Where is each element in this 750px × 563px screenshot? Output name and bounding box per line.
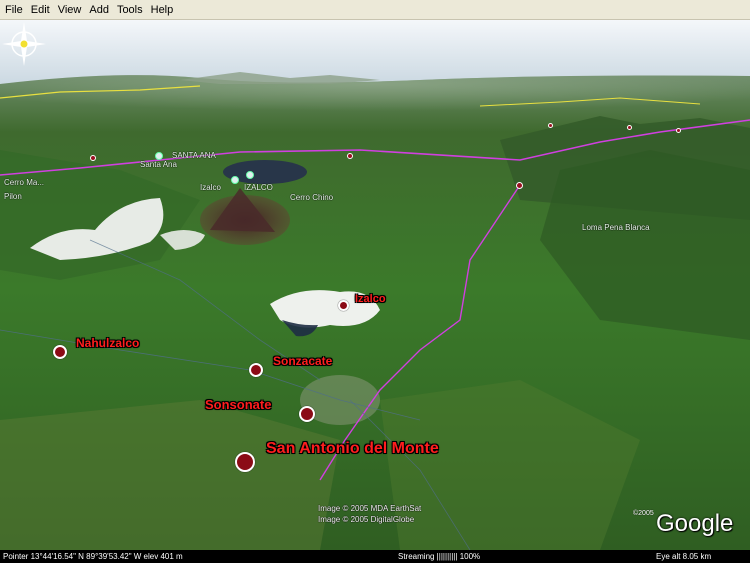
- terrain-label-loma-pena-blanca: Loma Pena Blanca: [582, 223, 650, 232]
- place-label-sonzacate[interactable]: Sonzacate: [273, 354, 332, 368]
- terrain-label-cerro-chino: Cerro Chino: [290, 193, 334, 202]
- menu-edit[interactable]: Edit: [28, 0, 53, 20]
- place-pin-san-antonio[interactable]: [235, 452, 255, 472]
- place-label-nahuizalco[interactable]: Nahulzalco: [76, 336, 139, 350]
- google-logo: Google: [656, 510, 734, 537]
- logo-year: ©2005: [633, 510, 654, 517]
- volcano-icon[interactable]: [231, 176, 239, 184]
- menu-view[interactable]: View: [55, 0, 85, 20]
- imagery-credit-1: Image © 2005 MDA EarthSat: [318, 504, 422, 513]
- terrain-label-pilon: Pilon: [4, 192, 22, 201]
- place-pin-small[interactable]: [347, 153, 353, 159]
- terrain-label-cerro: Cerro Ma...: [4, 178, 45, 187]
- pointer-coordinates: Pointer 13°44'16.54" N 89°39'53.42" W el…: [3, 552, 183, 561]
- place-label-san-antonio[interactable]: San Antonio del Monte: [266, 440, 439, 458]
- place-pin-nahuizalco[interactable]: [53, 345, 67, 359]
- earth-3d-view[interactable]: SANTA ANA Santa Ana IZALCO Izalco Cerro …: [0, 20, 750, 550]
- terrain-render: [0, 20, 750, 550]
- volcano-icon[interactable]: [246, 171, 254, 179]
- terrain-label-santa-ana-caps: SANTA ANA: [172, 151, 216, 160]
- place-pin-small[interactable]: [627, 125, 632, 130]
- menu-tools[interactable]: Tools: [114, 0, 146, 20]
- imagery-credit-2: Image © 2005 DigitalGlobe: [318, 515, 415, 524]
- terrain-label-izalco-small: Izalco: [200, 183, 221, 192]
- compass-rose-icon[interactable]: [0, 20, 48, 68]
- menu-help[interactable]: Help: [148, 0, 177, 20]
- place-pin-small[interactable]: [90, 155, 96, 161]
- menu-file[interactable]: File: [2, 0, 26, 20]
- menu-bar: File Edit View Add Tools Help: [0, 0, 750, 20]
- place-label-izalco[interactable]: Izalco: [355, 293, 386, 305]
- place-pin-sonsonate[interactable]: [299, 406, 315, 422]
- place-pin-sonzacate[interactable]: [249, 363, 263, 377]
- place-pin-small[interactable]: [548, 123, 553, 128]
- place-pin-izalco[interactable]: [338, 300, 349, 311]
- menu-add[interactable]: Add: [86, 0, 112, 20]
- volcano-icon[interactable]: [155, 152, 163, 160]
- place-pin-small[interactable]: [676, 128, 681, 133]
- place-label-sonsonate[interactable]: Sonsonate: [205, 397, 271, 412]
- streaming-status: Streaming |||||||||| 100%: [398, 552, 481, 561]
- place-pin-small[interactable]: [516, 182, 523, 189]
- terrain-label-santa-ana: Santa Ana: [140, 160, 177, 169]
- status-bar: Pointer 13°44'16.54" N 89°39'53.42" W el…: [0, 550, 750, 563]
- eye-altitude: Eye alt 8.05 km: [656, 552, 712, 561]
- terrain-label-izalco-caps: IZALCO: [244, 183, 273, 192]
